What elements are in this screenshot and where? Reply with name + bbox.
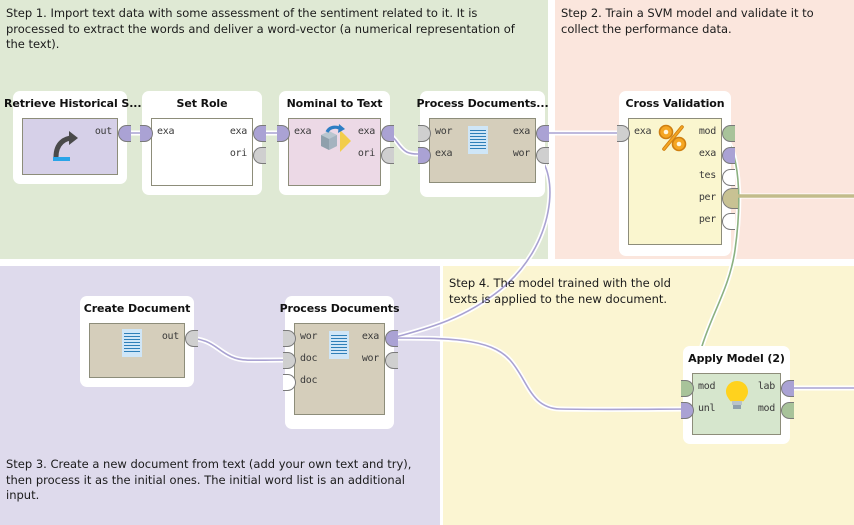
port-label-exa-in: exa [435, 148, 453, 159]
input-port-exa[interactable] [140, 125, 153, 142]
operator-title: Create Document [83, 302, 191, 315]
input-port-wor[interactable] [283, 330, 296, 347]
port-label-out: out [161, 331, 179, 342]
port-label-doc-in: doc [300, 353, 318, 364]
output-port-exa[interactable] [385, 330, 398, 347]
port-label-wor-out: wor [361, 353, 379, 364]
input-port-exa[interactable] [277, 125, 290, 142]
operator-set-role[interactable]: Set Role exa exa ori [140, 91, 266, 195]
output-port-exa[interactable] [253, 125, 266, 142]
output-port-exa[interactable] [381, 125, 394, 142]
port-label-doc2-in: doc [300, 375, 318, 386]
cube-arrow-icon [321, 124, 351, 152]
output-port-out[interactable] [118, 125, 131, 142]
port-label-exa-in: exa [294, 126, 312, 137]
operator-title: Process Documents [279, 302, 400, 315]
operator-title: Nominal to Text [286, 97, 383, 110]
input-port-doc[interactable] [283, 352, 296, 369]
document-icon [329, 331, 349, 359]
input-port-unl[interactable] [681, 402, 694, 419]
output-port-exa[interactable] [536, 125, 549, 142]
operator-create-document[interactable]: Create Document out [80, 296, 198, 387]
port-label-mod-in: mod [698, 381, 716, 392]
port-label-exa-in: exa [157, 126, 175, 137]
port-label-per-out: per [698, 192, 716, 203]
output-port-wor[interactable] [385, 352, 398, 369]
port-label-ori-out: ori [229, 148, 247, 159]
note-step4: Step 4. The model trained with the old t… [449, 276, 675, 306]
port-label-wor-in: wor [300, 331, 318, 342]
operator-title: Process Documents... [416, 97, 549, 110]
percent-icon [658, 124, 687, 152]
port-label-tes-out: tes [698, 170, 716, 181]
output-port-mod[interactable] [722, 125, 735, 142]
input-port-exa[interactable] [617, 125, 630, 142]
input-port-wor[interactable] [418, 125, 431, 142]
output-port-exa[interactable] [722, 147, 735, 164]
note-step3: Step 3. Create a new document from text … [6, 457, 416, 502]
port-label-exa-out: exa [357, 126, 375, 137]
output-port-per[interactable] [722, 188, 738, 209]
port-label-ori-out: ori [357, 148, 375, 159]
operator-title: Apply Model (2) [688, 352, 785, 365]
operator-retrieve-historical-s[interactable]: Retrieve Historical S... out [4, 91, 142, 184]
port-label-exa-out: exa [512, 126, 530, 137]
output-port-mod[interactable] [781, 402, 794, 419]
retrieve-icon [53, 131, 78, 161]
operator-process-documents-top[interactable]: Process Documents... wor exa exa wor [416, 91, 549, 197]
port-label-unl-in: unl [698, 403, 716, 414]
output-port-lab[interactable] [781, 380, 794, 397]
operator-title: Cross Validation [625, 97, 725, 110]
input-port-exa[interactable] [418, 147, 431, 164]
port-label-per2-out: per [698, 214, 716, 225]
input-port-mod[interactable] [681, 380, 694, 397]
output-port-ori[interactable] [381, 147, 394, 164]
port-label-mod-out: mod [757, 403, 775, 414]
note-step1: Step 1. Import text data with some asses… [6, 6, 519, 51]
port-label-wor-out: wor [512, 148, 530, 159]
port-label-mod-out: mod [698, 126, 716, 137]
port-label-exa-out: exa [361, 331, 379, 342]
output-port-ori[interactable] [253, 147, 266, 164]
output-port-out[interactable] [185, 330, 198, 347]
port-label-wor-in: wor [435, 126, 453, 137]
port-label-exa-out: exa [698, 148, 716, 159]
note-step2: Step 2. Train a SVM model and validate i… [561, 6, 818, 36]
operator-apply-model-2[interactable]: Apply Model (2) mod unl lab mod [681, 346, 794, 444]
document-icon [468, 126, 488, 154]
operator-title: Set Role [176, 97, 228, 110]
document-icon [122, 329, 142, 357]
port-label-exa-out: exa [229, 126, 247, 137]
port-label-exa-in: exa [634, 126, 652, 137]
port-label-out: out [94, 126, 112, 137]
output-port-wor[interactable] [536, 147, 549, 164]
input-port-doc-2[interactable] [283, 374, 296, 391]
port-label-lab-out: lab [757, 381, 775, 392]
operator-nominal-to-text[interactable]: Nominal to Text exa exa ori [277, 91, 394, 195]
lightbulb-icon [726, 381, 748, 409]
output-port-tes[interactable] [722, 169, 735, 186]
operator-cross-validation[interactable]: Cross Validation exa mod exa tes per per [617, 91, 738, 256]
operator-title: Retrieve Historical S... [4, 97, 142, 110]
process-canvas[interactable]: Step 1. Import text data with some asses… [0, 0, 854, 525]
output-port-per-2[interactable] [722, 213, 735, 230]
operator-process-documents-bottom[interactable]: Process Documents wor doc doc exa wor [280, 296, 400, 429]
